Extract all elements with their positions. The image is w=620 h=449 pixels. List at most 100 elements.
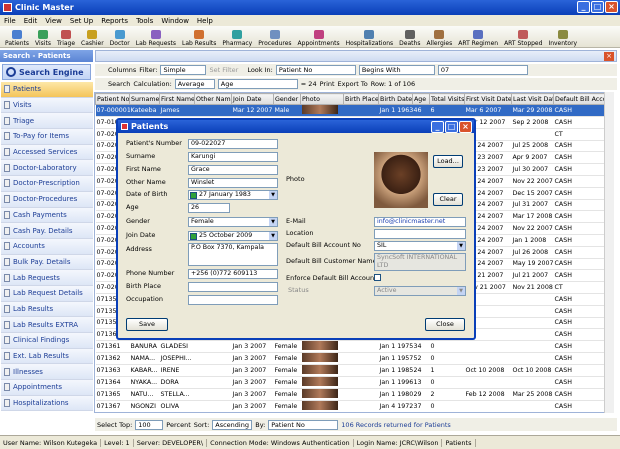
toolbar-inventory-button[interactable]: Inventory <box>545 26 580 47</box>
other-name-input[interactable]: Winslet <box>188 178 278 188</box>
table-row[interactable]: 071365 NATU... STELLA... Jan 3 2007 Female Ja… <box>95 388 611 402</box>
filter-select[interactable]: Simple <box>160 65 207 75</box>
nav-item-hospitalizations[interactable]: Hospitalizations <box>1 395 93 412</box>
menu-item-tools[interactable]: Tools <box>136 17 153 25</box>
surname-input[interactable]: Karungi <box>188 152 278 162</box>
column-header[interactable]: Age <box>412 93 430 105</box>
gender-select[interactable]: Female ▼ <box>188 217 278 227</box>
toolbar-triage-button[interactable]: Triage <box>54 26 78 47</box>
menu-item-edit[interactable]: Edit <box>24 17 38 25</box>
toolbar-lab-results-button[interactable]: Lab Results <box>179 26 219 47</box>
column-header[interactable]: Surname <box>129 93 160 105</box>
column-header[interactable]: Birth Place <box>343 93 379 105</box>
dob-checkbox[interactable] <box>190 192 197 199</box>
nav-item-lab-requests[interactable]: Lab Requests <box>1 270 93 286</box>
bill-no-select[interactable]: SIL ▼ <box>374 241 466 251</box>
nav-item-cash-pay-details[interactable]: Cash Pay. Details <box>1 223 93 239</box>
column-header[interactable]: Join Date <box>231 93 274 105</box>
toolbar-allergies-button[interactable]: Allergies <box>423 26 455 47</box>
toolbar-deaths-button[interactable]: Deaths <box>396 26 423 47</box>
nav-item-accessed-services[interactable]: Accessed Services <box>1 144 93 161</box>
sort-select[interactable]: Ascending <box>212 419 253 430</box>
nav-item-lab-results-extra[interactable]: Lab Results EXTRA <box>1 317 93 333</box>
table-row[interactable]: 071364 NYAKA... DORA Jan 3 2007 Female Jan 1 … <box>95 376 611 390</box>
toolbar-patients-button[interactable]: Patients <box>2 26 32 47</box>
calc-select[interactable]: Average <box>174 79 215 89</box>
column-header[interactable]: Gender <box>273 93 301 105</box>
nav-item-doctor-procedures[interactable]: Doctor-Procedures <box>1 191 93 208</box>
search-button[interactable]: Search <box>108 80 130 88</box>
nav-item-appointments[interactable]: Appointments <box>1 380 93 396</box>
column-header[interactable]: Last Visit Date <box>511 93 554 105</box>
birthplace-input[interactable] <box>188 282 278 292</box>
nav-item-clinical-findings[interactable]: Clinical Findings <box>1 333 93 349</box>
grid-scrollbar[interactable] <box>604 92 614 413</box>
nav-item-accounts[interactable]: Accounts <box>1 238 93 255</box>
occupation-input[interactable] <box>188 295 278 305</box>
minimize-button[interactable]: _ <box>577 1 590 13</box>
dob-picker[interactable]: 27 January 1983 ▼ <box>188 190 278 200</box>
column-header[interactable]: Photo <box>300 93 344 105</box>
export-button[interactable]: Export To <box>338 80 368 88</box>
menu-item-view[interactable]: View <box>45 17 62 25</box>
toolbar-cashier-button[interactable]: Cashier <box>78 26 107 47</box>
dialog-maximize-button[interactable]: □ <box>445 121 458 133</box>
clear-photo-button[interactable]: Clear <box>433 193 463 206</box>
save-button[interactable]: Save <box>126 318 168 331</box>
nav-item-doctor-prescription[interactable]: Doctor-Prescription <box>1 176 93 192</box>
dob-dropdown-icon[interactable]: ▼ <box>269 191 277 199</box>
dialog-minimize-button[interactable]: _ <box>431 121 444 133</box>
column-header[interactable]: First Name <box>159 93 195 105</box>
nav-item-lab-request-details[interactable]: Lab Request Details <box>1 285 93 302</box>
address-input[interactable]: P.O Box 7370, Kampala <box>188 243 278 266</box>
toolbar-appointments-button[interactable]: Appointments <box>295 26 343 47</box>
toolbar-art-regimen-button[interactable]: ART Regimen <box>455 26 501 47</box>
toolbar-visits-button[interactable]: Visits <box>32 26 54 47</box>
dialog-close-button[interactable]: × <box>459 121 472 133</box>
set-filter-button[interactable]: Set Filter <box>209 66 238 74</box>
bill-no-dropdown-icon[interactable]: ▼ <box>457 242 465 250</box>
sort-by-select[interactable]: Patient No <box>268 419 339 430</box>
close-tab-icon[interactable]: × <box>604 52 614 61</box>
menu-item-help[interactable]: Help <box>197 17 213 25</box>
first-name-input[interactable]: Grace <box>188 165 278 175</box>
match-select[interactable]: Begins With <box>358 65 435 75</box>
toolbar-hospitalizations-button[interactable]: Hospitalizations <box>343 26 397 47</box>
location-input[interactable] <box>374 229 466 239</box>
lookin-select[interactable]: Patient No <box>275 65 356 75</box>
nav-item-cash-payments[interactable]: Cash Payments <box>1 207 93 224</box>
top-input[interactable]: 100 <box>135 419 164 430</box>
nav-item-triage[interactable]: Triage <box>1 113 93 130</box>
table-row[interactable]: 071362 NAMA... JOSEPHI... Jan 3 2007 Female J… <box>95 352 611 366</box>
columns-button[interactable]: Columns <box>108 66 136 74</box>
menu-item-set-up[interactable]: Set Up <box>70 17 93 25</box>
table-row[interactable]: 071363 KABAR... IRENE Jan 3 2007 Female Jan 1… <box>95 364 611 378</box>
toolbar-art-stopped-button[interactable]: ART Stopped <box>501 26 545 47</box>
column-header[interactable]: Patient No <box>95 93 130 105</box>
column-header[interactable]: Other Name <box>194 93 232 105</box>
join-date-picker[interactable]: 25 October 2009 ▼ <box>188 231 278 241</box>
nav-item-patients[interactable]: Patients <box>1 82 93 98</box>
toolbar-pharmacy-button[interactable]: Pharmacy <box>219 26 255 47</box>
patient-no-input[interactable]: 09-022027 <box>188 139 278 149</box>
calc-column-select[interactable]: Age <box>217 79 298 89</box>
percent-checkbox[interactable]: Percent <box>166 421 190 429</box>
toolbar-doctor-button[interactable]: Doctor <box>107 26 133 47</box>
close-button[interactable]: × <box>605 1 618 13</box>
toolbar-lab-requests-button[interactable]: Lab Requests <box>133 26 179 47</box>
phone-input[interactable]: +256 (0)772 609113 <box>188 269 278 279</box>
nav-item-doctor-laboratory[interactable]: Doctor-Laboratory <box>1 160 93 177</box>
nav-item-visits[interactable]: Visits <box>1 97 93 114</box>
print-button[interactable]: Print <box>320 80 335 88</box>
menu-item-window[interactable]: Window <box>161 17 189 25</box>
maximize-button[interactable]: □ <box>591 1 604 13</box>
nav-item-illnesses[interactable]: Illnesses <box>1 364 93 381</box>
column-header[interactable]: Birth Date <box>378 93 413 105</box>
column-header[interactable]: First Visit Date <box>464 93 512 105</box>
nav-item-ext-lab-results[interactable]: Ext. Lab Results <box>1 348 93 365</box>
toolbar-procedures-button[interactable]: Procedures <box>255 26 294 47</box>
enforce-checkbox[interactable] <box>374 274 381 281</box>
search-engine-button[interactable]: Search Engine <box>2 64 91 80</box>
column-header[interactable]: Total Visits <box>429 93 465 105</box>
search-input[interactable]: 07 <box>437 65 528 75</box>
